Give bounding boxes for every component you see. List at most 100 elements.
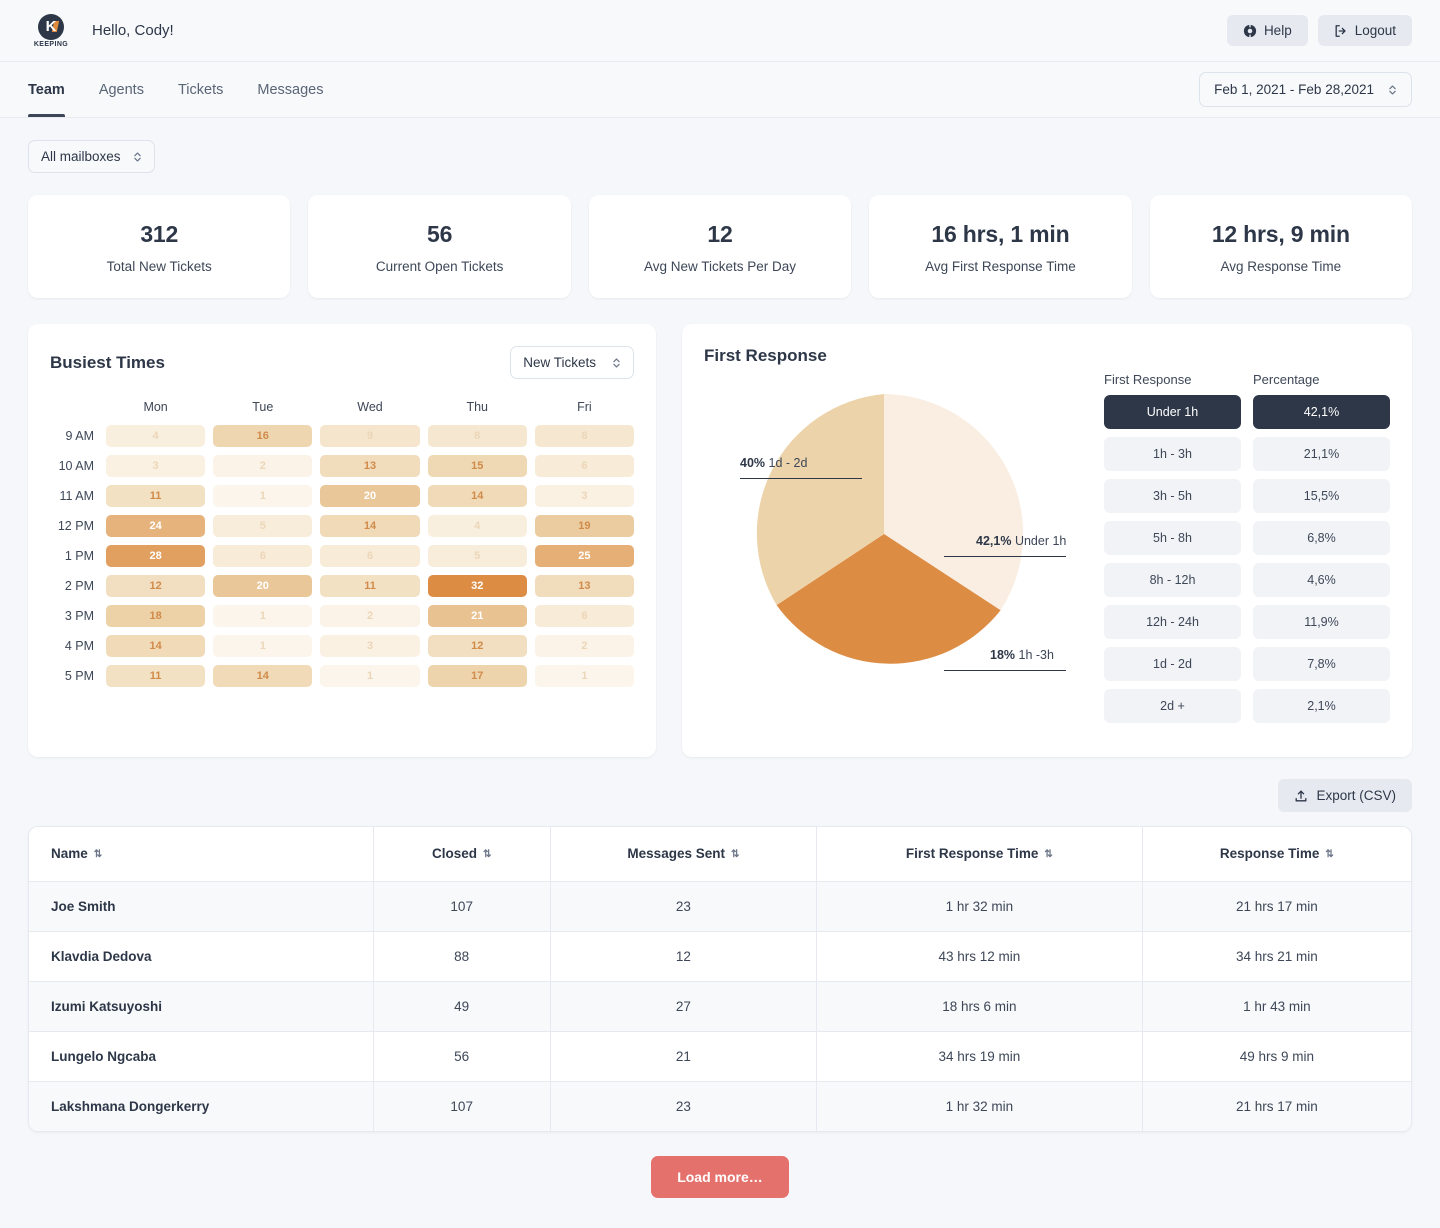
sort-icon: ⇅ bbox=[730, 849, 740, 861]
heatmap-cell[interactable]: 1 bbox=[213, 635, 313, 657]
tab-team[interactable]: Team bbox=[28, 62, 65, 117]
tab-agents[interactable]: Agents bbox=[99, 62, 144, 117]
heatmap-cell[interactable]: 3 bbox=[534, 485, 635, 507]
heatmap-cell[interactable]: 15 bbox=[427, 455, 527, 477]
help-button[interactable]: Help bbox=[1226, 15, 1308, 46]
heatmap-cell[interactable]: 28 bbox=[106, 545, 206, 567]
heatmap-cell[interactable]: 1 bbox=[534, 665, 635, 687]
sort-icon: ⇅ bbox=[1325, 849, 1334, 861]
pie-label-under-1h-name: Under 1h bbox=[1014, 534, 1067, 548]
heatmap-cell[interactable]: 14 bbox=[106, 635, 206, 657]
table-row[interactable]: Izumi Katsuyoshi 49 27 18 hrs 6 min 1 hr 43 … bbox=[29, 981, 1411, 1032]
heatmap-cell[interactable]: 12 bbox=[427, 635, 527, 657]
heatmap-cell[interactable]: 1 bbox=[213, 605, 313, 627]
heatmap-cell[interactable]: 1 bbox=[320, 665, 420, 687]
col-header-first-response-time[interactable]: First Response Time ⇅ bbox=[816, 827, 1143, 882]
keeping-logo[interactable]: K KEEPING bbox=[28, 13, 74, 48]
table-row[interactable]: Lakshmana Dongerkerry 107 23 1 hr 32 min 21 … bbox=[29, 1081, 1411, 1131]
cell-messages-sent: 12 bbox=[550, 931, 818, 982]
heatmap-cell[interactable]: 9 bbox=[320, 425, 420, 447]
heatmap-cell[interactable]: 17 bbox=[427, 665, 527, 687]
first-response-row[interactable]: Under 1h 42,1% bbox=[1104, 395, 1390, 429]
heatmap-time-label: 4 PM bbox=[64, 639, 94, 653]
heatmap-cell[interactable]: 2 bbox=[213, 455, 313, 477]
heatmap-cell[interactable]: 20 bbox=[320, 485, 420, 507]
heatmap-cell[interactable]: 14 bbox=[427, 485, 527, 507]
col-header-response-time[interactable]: Response Time ⇅ bbox=[1142, 827, 1411, 882]
heatmap-cell[interactable]: 20 bbox=[213, 575, 313, 597]
heatmap-cell[interactable]: 4 bbox=[427, 515, 527, 537]
tab-tickets[interactable]: Tickets bbox=[178, 62, 223, 117]
col-header-messages-sent[interactable]: Messages Sent ⇅ bbox=[550, 827, 818, 882]
busiest-metric-select[interactable]: New Tickets bbox=[510, 346, 634, 379]
heatmap-cell[interactable]: 4 bbox=[106, 425, 206, 447]
heatmap-cell[interactable]: 11 bbox=[106, 485, 206, 507]
heatmap-cell[interactable]: 25 bbox=[534, 545, 635, 567]
pie-label-1d-2d: 40% 1d - 2d bbox=[740, 456, 807, 470]
heatmap-cell[interactable]: 6 bbox=[213, 545, 313, 567]
cell-messages-sent: 23 bbox=[550, 1081, 818, 1131]
first-response-row[interactable]: 2d + 2,1% bbox=[1104, 689, 1390, 723]
heatmap-cell[interactable]: 6 bbox=[534, 455, 635, 477]
heatmap-cell[interactable]: 24 bbox=[106, 515, 206, 537]
fr-bucket-label: Under 1h bbox=[1104, 395, 1241, 429]
cell-response-time: 21 hrs 17 min bbox=[1142, 881, 1411, 932]
heatmap-cell[interactable]: 32 bbox=[427, 575, 527, 597]
export-csv-button[interactable]: Export (CSV) bbox=[1278, 779, 1412, 812]
tab-messages[interactable]: Messages bbox=[257, 62, 323, 117]
heatmap-cell[interactable]: 6 bbox=[320, 545, 420, 567]
heatmap-cell[interactable]: 3 bbox=[320, 635, 420, 657]
first-response-row[interactable]: 1h - 3h 21,1% bbox=[1104, 437, 1390, 471]
table-row[interactable]: Lungelo Ngcaba 56 21 34 hrs 19 min 49 hrs 9 … bbox=[29, 1031, 1411, 1082]
col-header-name[interactable]: Name ⇅ bbox=[29, 827, 374, 882]
col-header-closed[interactable]: Closed ⇅ bbox=[373, 827, 551, 882]
pie-label-1h-3h-pct: 18% bbox=[990, 648, 1016, 662]
first-response-row[interactable]: 1d - 2d 7,8% bbox=[1104, 647, 1390, 681]
heatmap-cell[interactable]: 14 bbox=[213, 665, 313, 687]
heatmap-cell[interactable]: 12 bbox=[106, 575, 206, 597]
heatmap-cell[interactable]: 8 bbox=[534, 425, 635, 447]
heatmap-cell[interactable]: 13 bbox=[320, 455, 420, 477]
heatmap-cell[interactable]: 18 bbox=[106, 605, 206, 627]
heatmap-cell[interactable]: 6 bbox=[534, 605, 635, 627]
heatmap-cell[interactable]: 5 bbox=[427, 545, 527, 567]
heatmap-time-label: 12 PM bbox=[57, 519, 94, 533]
mailbox-select-value: All mailboxes bbox=[41, 149, 121, 164]
table-row[interactable]: Joe Smith 107 23 1 hr 32 min 21 hrs 17 min bbox=[29, 881, 1411, 932]
heatmap-cell[interactable]: 21 bbox=[427, 605, 527, 627]
heatmap-cell[interactable]: 2 bbox=[320, 605, 420, 627]
logout-label: Logout bbox=[1354, 23, 1396, 38]
heatmap-cell[interactable]: 13 bbox=[534, 575, 635, 597]
cell-first-response-time: 1 hr 32 min bbox=[816, 881, 1143, 932]
heatmap-cell[interactable]: 11 bbox=[106, 665, 206, 687]
fr-bucket-label: 12h - 24h bbox=[1104, 605, 1241, 639]
logout-icon bbox=[1334, 24, 1348, 38]
first-response-body: 40% 1d - 2d 42,1% Under 1h 18% 1h -3h Fi… bbox=[682, 366, 1412, 757]
heatmap-day-label: Tue bbox=[252, 400, 274, 414]
heatmap-cell[interactable]: 14 bbox=[320, 515, 420, 537]
date-range-picker[interactable]: Feb 1, 2021 - Feb 28,2021 bbox=[1199, 72, 1412, 107]
first-response-row[interactable]: 5h - 8h 6,8% bbox=[1104, 521, 1390, 555]
heatmap-row: 4 PM 14 1 3 12 2 bbox=[50, 631, 635, 661]
heatmap-cell[interactable]: 11 bbox=[320, 575, 420, 597]
first-response-rows: Under 1h 42,1% 1h - 3h 21,1% 3h - 5h 15,5% 5h … bbox=[1104, 395, 1390, 723]
load-more-button[interactable]: Load more… bbox=[651, 1156, 789, 1198]
heatmap-cell[interactable]: 19 bbox=[534, 515, 635, 537]
heatmap-cell[interactable]: 2 bbox=[534, 635, 635, 657]
mailbox-select[interactable]: All mailboxes bbox=[28, 140, 155, 173]
busiest-times-header: Busiest Times New Tickets bbox=[28, 324, 656, 379]
heatmap-day-label: Thu bbox=[466, 400, 488, 414]
first-response-row[interactable]: 3h - 5h 15,5% bbox=[1104, 479, 1390, 513]
table-row[interactable]: Klavdia Dedova 88 12 43 hrs 12 min 34 hrs 21… bbox=[29, 931, 1411, 982]
busiest-times-title: Busiest Times bbox=[50, 352, 165, 372]
heatmap-cell[interactable]: 8 bbox=[427, 425, 527, 447]
heatmap-cell[interactable]: 3 bbox=[106, 455, 206, 477]
first-response-row[interactable]: 12h - 24h 11,9% bbox=[1104, 605, 1390, 639]
heatmap-cell[interactable]: 16 bbox=[213, 425, 313, 447]
first-response-row[interactable]: 8h - 12h 4,6% bbox=[1104, 563, 1390, 597]
heatmap-cell[interactable]: 5 bbox=[213, 515, 313, 537]
stat-label: Current Open Tickets bbox=[375, 259, 504, 274]
logout-button[interactable]: Logout bbox=[1317, 15, 1412, 46]
cell-name: Joe Smith bbox=[29, 881, 374, 932]
heatmap-cell[interactable]: 1 bbox=[213, 485, 313, 507]
